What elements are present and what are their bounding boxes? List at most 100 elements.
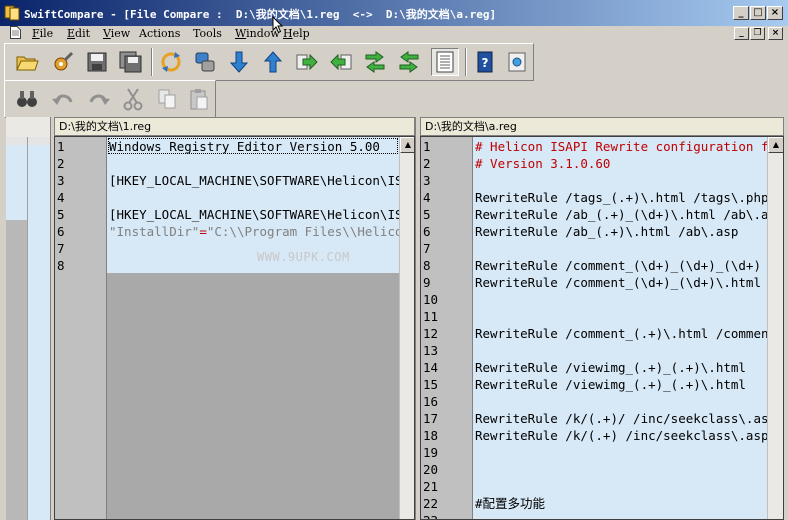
- right-line-number: 17: [423, 411, 439, 426]
- mdi-minimize-button[interactable]: _: [734, 27, 749, 40]
- document-icon[interactable]: [10, 26, 21, 39]
- right-line-number: 8: [423, 258, 431, 273]
- right-scroll-up-button[interactable]: ▲: [768, 137, 783, 153]
- toolbar-separator: [151, 48, 153, 76]
- right-line-text: RewriteRule /ab_(.+)\.html /ab\.asp: [475, 224, 739, 239]
- watermark-text: WWW.9UPK.COM: [257, 250, 350, 264]
- menu-window-hotkey: W: [235, 27, 247, 40]
- right-line-number: 16: [423, 394, 439, 409]
- prev-diff-button[interactable]: [259, 48, 287, 76]
- menu-tools-label: Tools: [193, 27, 222, 40]
- menu-bar: File Edit View Actions Tools Window Help…: [0, 24, 788, 42]
- left-line-text: "InstallDir"="C:\\Program Files\\Helicon…: [107, 223, 415, 240]
- right-line-text: RewriteRule /ab_(.+)_(\d+)\.html /ab\.as…: [475, 207, 784, 222]
- mdi-close-button[interactable]: ×: [768, 27, 783, 40]
- copy-right-icon: [296, 53, 318, 71]
- paste-button[interactable]: [185, 85, 213, 113]
- open-button[interactable]: [13, 48, 41, 76]
- left-line-number: 5: [57, 207, 65, 222]
- undo-button[interactable]: [49, 85, 77, 113]
- right-line-number: 22: [423, 496, 439, 511]
- sync-button[interactable]: [191, 48, 219, 76]
- right-line-number: 9: [423, 275, 431, 290]
- menu-edit[interactable]: Edit: [67, 27, 90, 40]
- save-all-button[interactable]: [117, 48, 145, 76]
- window-title: SwiftCompare - [File Compare : D:\我的文档\1…: [24, 8, 497, 21]
- copy-all-left-button[interactable]: [395, 48, 423, 76]
- help-button[interactable]: ?: [471, 48, 499, 76]
- left-line-number: 4: [57, 190, 65, 205]
- redo-icon: [89, 94, 110, 105]
- save-icon: [87, 52, 107, 72]
- settings-button[interactable]: [49, 48, 77, 76]
- right-line-text: #配置多功能: [475, 496, 546, 511]
- right-line-number: 1: [423, 139, 431, 154]
- right-line-text: RewriteRule /comment_(\d+)_(\d+)_(\d+): [475, 258, 761, 273]
- right-line-number: 20: [423, 462, 439, 477]
- overview-left-track: [6, 220, 28, 520]
- copy-all-right-button[interactable]: [361, 48, 389, 76]
- left-line-number: 7: [57, 241, 65, 256]
- close-button[interactable]: ×: [767, 6, 783, 20]
- right-line-number: 5: [423, 207, 431, 222]
- about-button[interactable]: [503, 48, 531, 76]
- redo-button[interactable]: [85, 85, 113, 113]
- minimize-button[interactable]: _: [733, 6, 749, 20]
- refresh-button[interactable]: [157, 48, 185, 76]
- cut-button[interactable]: [119, 85, 147, 113]
- title-bar[interactable]: SwiftCompare - [File Compare : D:\我的文档\1…: [0, 0, 788, 26]
- right-line-number: 21: [423, 479, 439, 494]
- edit-toolbar: [4, 80, 216, 118]
- menu-help[interactable]: Help: [283, 27, 310, 40]
- next-diff-button[interactable]: [225, 48, 253, 76]
- right-line-number: 23: [423, 512, 463, 519]
- left-editor-pane[interactable]: 1 Windows Registry Editor Version 5.00 2 …: [54, 136, 415, 520]
- find-button[interactable]: [13, 85, 41, 113]
- reg-value-text: "C:\\Program Files\\Helicon": [206, 224, 415, 239]
- overview-diff-block: [6, 145, 50, 220]
- menu-view-label: iew: [110, 27, 131, 40]
- help-book-icon: ?: [477, 51, 493, 73]
- right-vertical-scrollbar[interactable]: ▲: [767, 137, 783, 519]
- copy-left-button[interactable]: [327, 48, 355, 76]
- arrow-down-icon: [229, 51, 249, 73]
- menu-tools[interactable]: Tools: [193, 27, 222, 40]
- left-scroll-up-button[interactable]: ▲: [400, 137, 414, 153]
- reg-equals-sign: =: [199, 224, 207, 239]
- menu-actions[interactable]: Actions: [139, 27, 180, 40]
- undo-icon: [52, 94, 73, 105]
- right-line-text: # Version 3.1.0.60: [475, 156, 611, 171]
- right-file-path: D:\我的文档\a.reg: [420, 117, 784, 136]
- reg-key-text: "InstallDir": [109, 224, 200, 239]
- right-line-text: RewriteRule /k/(.+)/ /inc/seekclass\.asp: [475, 411, 777, 426]
- copy-button[interactable]: [153, 85, 181, 113]
- left-line-number: 3: [57, 173, 65, 188]
- left-text-block: [107, 137, 399, 273]
- menu-file[interactable]: File: [32, 27, 53, 40]
- main-toolbar: ?: [4, 43, 534, 81]
- app-icon: [4, 5, 20, 21]
- right-line-number: 13: [423, 343, 439, 358]
- right-line-number: 2: [423, 156, 431, 171]
- maximize-button[interactable]: □: [750, 6, 766, 20]
- right-line-text: RewriteRule /tags_(.+)\.html /tags\.php: [475, 190, 769, 205]
- right-editor-pane[interactable]: 1 # Helicon ISAPI Rewrite configuration f…: [420, 136, 784, 520]
- sync-icon: [195, 52, 215, 72]
- left-line-text: [HKEY_LOCAL_MACHINE\SOFTWARE\Helicon\ISA…: [109, 207, 414, 222]
- diff-overview-strip[interactable]: [6, 117, 51, 520]
- save-button[interactable]: [83, 48, 111, 76]
- mouse-cursor-icon: [272, 16, 284, 34]
- left-line-text: [HKEY_LOCAL_MACHINE\SOFTWARE\Helicon\ISA…: [109, 173, 414, 188]
- right-line-number: 12: [423, 326, 439, 341]
- left-vertical-scrollbar[interactable]: ▲: [399, 137, 414, 519]
- left-line-number: 2: [57, 156, 65, 171]
- mdi-restore-button[interactable]: ❐: [750, 27, 765, 40]
- copy-right-button[interactable]: [293, 48, 321, 76]
- overview-right-track: [28, 220, 50, 520]
- right-line-number: 15: [423, 377, 439, 392]
- menu-help-hotkey: H: [283, 27, 293, 40]
- left-file-path: D:\我的文档\1.reg: [54, 117, 415, 136]
- overview-marker: [6, 137, 50, 145]
- view-list-button[interactable]: [431, 48, 459, 76]
- menu-view[interactable]: View: [103, 27, 130, 40]
